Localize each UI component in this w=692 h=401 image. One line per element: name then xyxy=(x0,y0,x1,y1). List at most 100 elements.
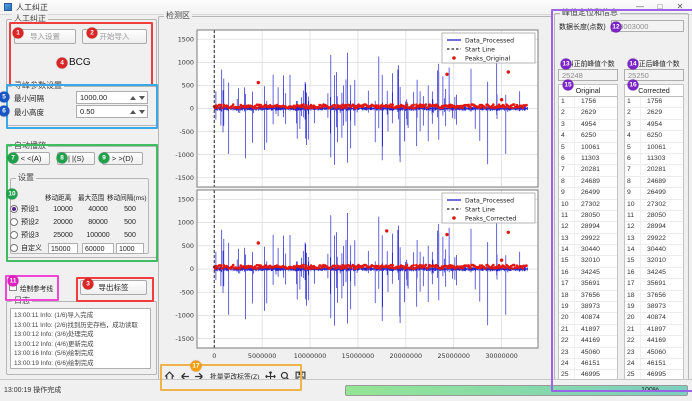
spinner-arrows-icon[interactable] xyxy=(130,106,145,117)
data-length-field[interactable]: 33003000 xyxy=(611,20,684,32)
original-peaks-table[interactable]: Original 1175622629349544625051006161130… xyxy=(558,84,618,380)
peak-sample-value: 28994 xyxy=(575,222,600,232)
peak-table-row[interactable]: 1128050 xyxy=(559,211,617,222)
corrected-peaks-table[interactable]: Corrected 117562262934954462505100616113… xyxy=(624,84,684,380)
preset-value-input[interactable]: 1000 xyxy=(116,243,144,254)
peak-table-row[interactable]: 720281 xyxy=(559,165,617,176)
peak-table-row[interactable]: 1128050 xyxy=(625,211,683,222)
preset-value: 500 xyxy=(116,219,144,226)
peak-table-row[interactable]: 1532010 xyxy=(625,256,683,267)
peak-table-row[interactable]: 926499 xyxy=(625,188,683,199)
peak-table-row[interactable]: 1329922 xyxy=(625,234,683,245)
peak-table-row[interactable]: 22629 xyxy=(625,108,683,119)
preset-row-预设2[interactable]: 预设22000080000500 xyxy=(10,216,146,228)
preset-value: 10000 xyxy=(48,206,78,213)
peak-table-row[interactable]: 1027302 xyxy=(559,200,617,211)
peak-table-row[interactable]: 11756 xyxy=(625,97,683,108)
preset-value-input[interactable]: 15000 xyxy=(48,243,78,254)
min-interval-spinbox[interactable]: 1000.00 xyxy=(76,91,148,104)
peak-sample-value: 10061 xyxy=(575,143,600,153)
spinner-arrows-icon[interactable] xyxy=(130,92,145,103)
peak-table-row[interactable]: 611303 xyxy=(625,154,683,165)
peak-table-row[interactable]: 46250 xyxy=(625,131,683,142)
preset-value-input[interactable]: 60000 xyxy=(82,243,114,254)
peak-table-row[interactable]: 1634245 xyxy=(559,268,617,279)
peak-sample-value: 27302 xyxy=(641,200,666,210)
peak-table-row[interactable]: 2244169 xyxy=(559,336,617,347)
peak-table-row[interactable]: 22629 xyxy=(559,108,617,119)
row-index: 12 xyxy=(625,222,641,232)
peak-table-row[interactable]: 611303 xyxy=(559,154,617,165)
peak-table-row[interactable]: 34954 xyxy=(559,120,617,131)
peak-table-row[interactable]: 2446151 xyxy=(559,359,617,370)
peak-table-row[interactable]: 1430440 xyxy=(625,245,683,256)
peak-table-row[interactable]: 1938973 xyxy=(559,302,617,313)
peak-table-row[interactable]: 824689 xyxy=(559,177,617,188)
application-window: 人工纠正 — □ ✕ 人工纠正 导入设置 开始导入 BCG 寻峰参数设置 最小间… xyxy=(0,0,692,400)
row-index: 5 xyxy=(559,143,575,153)
log-output[interactable]: 13:00:11 Info: (1/6)导入完成13:00:11 Info: (… xyxy=(10,308,151,369)
row-index: 13 xyxy=(559,234,575,244)
svg-text:10000000: 10000000 xyxy=(294,352,327,360)
peak-sample-value: 28994 xyxy=(641,222,666,232)
peak-table-row[interactable]: 926499 xyxy=(559,188,617,199)
peak-table-row[interactable]: 1027302 xyxy=(625,200,683,211)
peak-table-row[interactable]: 2141897 xyxy=(559,325,617,336)
peak-table-row[interactable]: 2141897 xyxy=(625,325,683,336)
peak-table-row[interactable]: 2040874 xyxy=(625,313,683,324)
preset-value: 500 xyxy=(116,206,144,213)
peak-table-row[interactable]: 1938973 xyxy=(625,302,683,313)
radio-预设1[interactable] xyxy=(10,205,18,213)
peak-table-row[interactable]: 2446151 xyxy=(625,359,683,370)
reference-line-label: 绘制参考线 xyxy=(20,283,53,293)
peak-table-row[interactable]: 2345060 xyxy=(559,348,617,359)
peak-table-row[interactable]: 34954 xyxy=(625,120,683,131)
row-index: 13 xyxy=(625,234,641,244)
peak-table-row[interactable]: 2040874 xyxy=(559,313,617,324)
row-index: 22 xyxy=(625,336,641,346)
maximize-button[interactable]: □ xyxy=(652,1,668,13)
peak-table-row[interactable]: 1228994 xyxy=(559,222,617,233)
annotation-marker-14: 14 xyxy=(628,59,639,70)
peak-table-row[interactable]: 2244169 xyxy=(625,336,683,347)
peak-table-row[interactable]: 1430440 xyxy=(559,245,617,256)
annotation-marker-9: 9 xyxy=(99,153,110,164)
peak-table-row[interactable]: 1329922 xyxy=(559,234,617,245)
peak-table-row[interactable]: 1837656 xyxy=(625,291,683,302)
peak-table-row[interactable]: 824689 xyxy=(625,177,683,188)
preset-row-自定义[interactable]: 自定义15000600001000 xyxy=(10,242,146,254)
peak-table-row[interactable]: 1532010 xyxy=(559,256,617,267)
plot-peaks-original[interactable]: 150010005000-500-1000-1500Data_Processed… xyxy=(162,26,548,189)
radio-预设2[interactable] xyxy=(10,218,18,226)
row-index: 17 xyxy=(625,279,641,289)
peak-table-row[interactable]: 1228994 xyxy=(625,222,683,233)
peak-table-row[interactable]: 720281 xyxy=(625,165,683,176)
plot-peaks-corrected[interactable]: 150010005000-500-1000-150005000000100000… xyxy=(162,189,548,363)
radio-预设3[interactable] xyxy=(10,231,18,239)
peak-table-row[interactable]: 1735691 xyxy=(625,279,683,290)
peak-table-row[interactable]: 1735691 xyxy=(559,279,617,290)
peak-table-row[interactable]: 1634245 xyxy=(625,268,683,279)
peak-sample-value: 38973 xyxy=(575,302,600,312)
peak-table-row[interactable]: 1837656 xyxy=(559,291,617,302)
minimize-button[interactable]: — xyxy=(632,1,648,13)
peak-sample-value: 2629 xyxy=(641,108,662,118)
row-index: 15 xyxy=(625,256,641,266)
peak-table-row[interactable]: 510061 xyxy=(625,143,683,154)
row-index: 22 xyxy=(559,336,575,346)
row-index: 2 xyxy=(625,108,641,118)
peak-table-row[interactable]: 11756 xyxy=(559,97,617,108)
window-title: 人工纠正 xyxy=(16,2,48,13)
peak-table-row[interactable]: 510061 xyxy=(559,143,617,154)
min-height-spinbox[interactable]: 0.50 xyxy=(76,105,148,118)
log-group-title: 日志 xyxy=(12,296,32,306)
preset-row-预设3[interactable]: 预设325000100000500 xyxy=(10,229,146,241)
row-index: 14 xyxy=(625,245,641,255)
close-button[interactable]: ✕ xyxy=(672,1,688,13)
peak-table-row[interactable]: 46250 xyxy=(559,131,617,142)
svg-text:-1500: -1500 xyxy=(175,335,194,343)
radio-自定义[interactable] xyxy=(10,244,18,252)
preset-row-预设1[interactable]: 预设11000040000500 xyxy=(10,203,146,215)
peak-table-row[interactable]: 2345060 xyxy=(625,348,683,359)
annotation-marker-11: 11 xyxy=(8,276,19,287)
